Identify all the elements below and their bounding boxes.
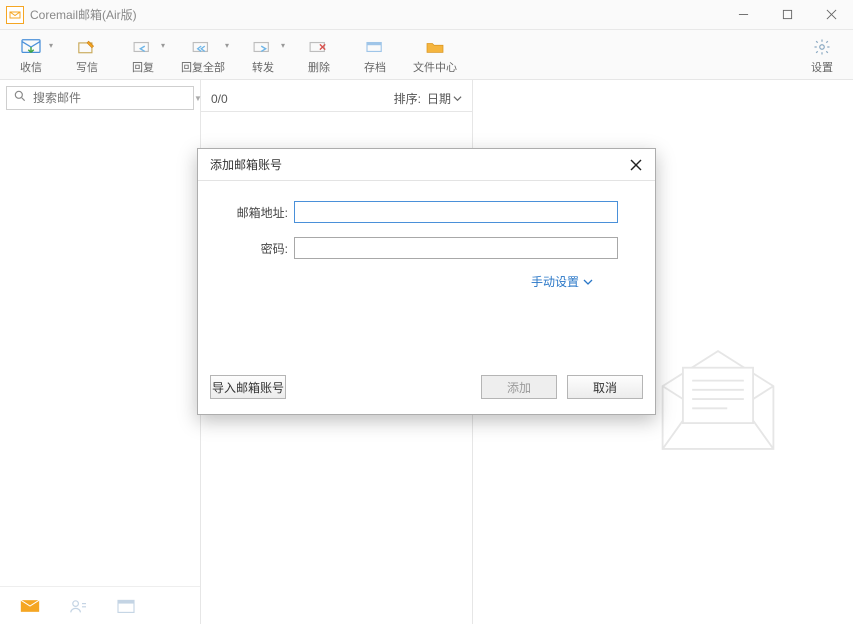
manual-settings-link[interactable]: 手动设置	[531, 273, 593, 290]
archive-label: 存档	[364, 59, 386, 75]
reply-all-icon	[191, 37, 215, 57]
sort-dropdown[interactable]: 日期	[427, 90, 462, 107]
reply-all-label: 回复全部	[181, 59, 225, 75]
file-center-button[interactable]: 文件中心	[404, 34, 466, 78]
maximize-button[interactable]	[765, 0, 809, 30]
compose-button[interactable]: 写信	[60, 34, 114, 78]
chevron-down-icon: ▾	[281, 41, 285, 50]
search-input[interactable]	[31, 90, 190, 106]
forward-label: 转发	[252, 59, 274, 75]
envelope-placeholder-icon	[653, 340, 783, 465]
manual-settings-label: 手动设置	[531, 273, 579, 290]
bottom-tab-contacts[interactable]	[68, 598, 88, 614]
reply-all-button[interactable]: ▾ 回复全部	[172, 34, 234, 78]
delete-button[interactable]: 删除	[292, 34, 346, 78]
delete-label: 删除	[308, 59, 330, 75]
dialog-close-button[interactable]	[625, 154, 647, 176]
dialog-title: 添加邮箱账号	[210, 156, 625, 173]
forward-icon	[252, 37, 274, 57]
sort-value: 日期	[427, 90, 451, 107]
receive-label: 收信	[20, 59, 42, 75]
compose-icon	[77, 37, 97, 57]
settings-button[interactable]: 设置	[795, 34, 849, 78]
window-title: Coremail邮箱(Air版)	[30, 6, 137, 23]
download-icon	[20, 37, 42, 57]
app-icon	[6, 6, 24, 24]
folder-icon	[425, 37, 445, 57]
password-label: 密码:	[198, 240, 294, 257]
receive-button[interactable]: ▾ 收信	[4, 34, 58, 78]
gear-icon	[813, 37, 831, 57]
chevron-down-icon: ▾	[161, 41, 165, 50]
email-label: 邮箱地址:	[198, 204, 294, 221]
archive-icon	[365, 37, 385, 57]
bottom-tab-mail[interactable]	[20, 598, 40, 614]
import-label: 导入邮箱账号	[212, 379, 284, 396]
reply-button[interactable]: ▾ 回复	[116, 34, 170, 78]
delete-icon	[308, 37, 330, 57]
password-input[interactable]	[294, 237, 618, 259]
import-account-button[interactable]: 导入邮箱账号	[210, 375, 286, 399]
chevron-down-icon	[453, 94, 462, 103]
archive-button[interactable]: 存档	[348, 34, 402, 78]
add-label: 添加	[507, 379, 531, 396]
add-account-dialog: 添加邮箱账号 邮箱地址: 密码: 手动设置 导入邮箱账号 添加 取消	[197, 148, 656, 415]
list-count: 0/0	[211, 92, 394, 106]
settings-label: 设置	[811, 59, 833, 75]
cancel-label: 取消	[593, 379, 617, 396]
close-button[interactable]	[809, 0, 853, 30]
chevron-down-icon: ▾	[225, 41, 229, 50]
cancel-button[interactable]: 取消	[567, 375, 643, 399]
email-input[interactable]	[294, 201, 618, 223]
minimize-button[interactable]	[721, 0, 765, 30]
reply-label: 回复	[132, 59, 154, 75]
search-icon	[13, 89, 27, 108]
reply-icon	[132, 37, 154, 57]
file-center-label: 文件中心	[413, 59, 457, 75]
add-button[interactable]: 添加	[481, 375, 557, 399]
bottom-tab-calendar[interactable]	[116, 598, 136, 614]
chevron-down-icon: ▾	[49, 41, 53, 50]
compose-label: 写信	[76, 59, 98, 75]
forward-button[interactable]: ▾ 转发	[236, 34, 290, 78]
sort-label: 排序:	[394, 90, 421, 107]
search-box[interactable]: ▼	[6, 86, 194, 110]
chevron-down-icon	[583, 277, 593, 287]
